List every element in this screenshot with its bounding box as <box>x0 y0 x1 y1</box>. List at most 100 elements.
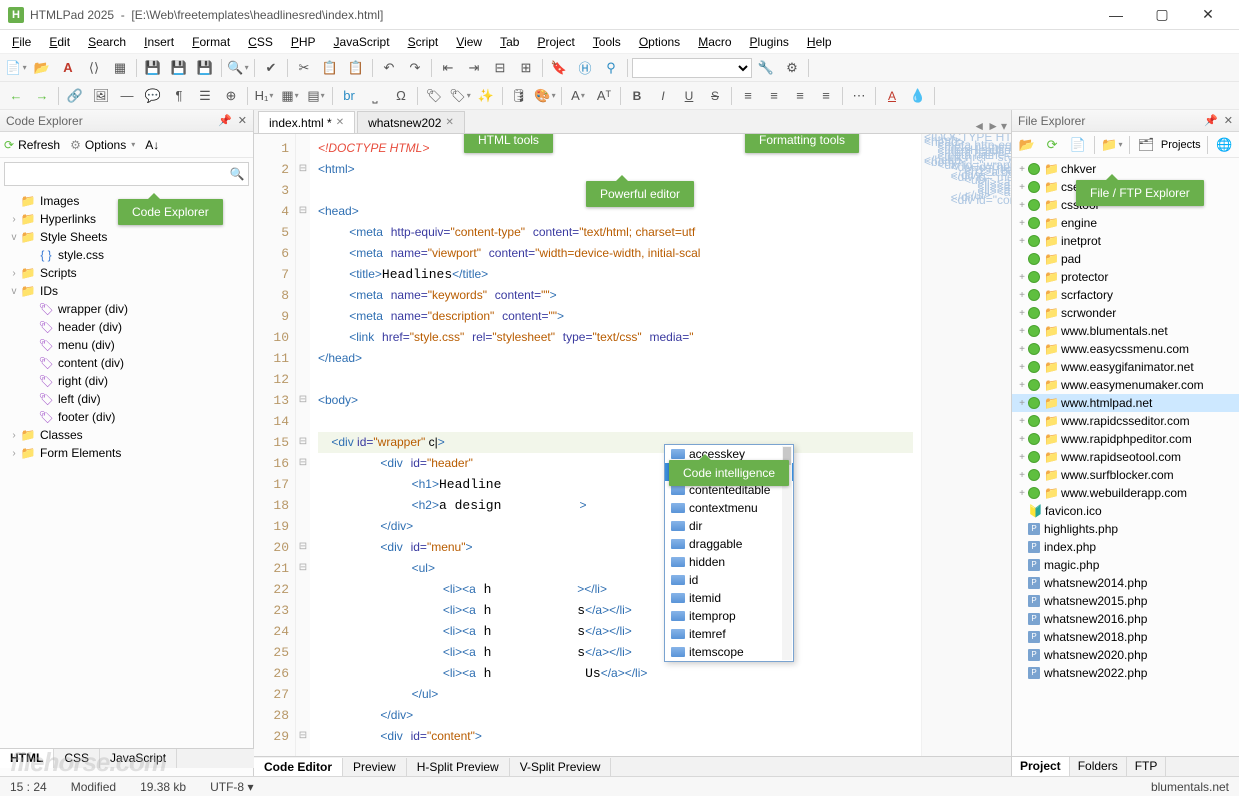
minimap[interactable]: <!DOCTYPE HTML><html><head> <meta http-e… <box>921 134 1011 756</box>
tag-edit-icon[interactable]: 🏷 <box>422 85 446 107</box>
refresh-icon[interactable]: ⟳ <box>4 138 14 152</box>
tree-item[interactable]: 🏷content (div) <box>0 354 253 372</box>
tree-item[interactable]: v📁IDs <box>0 282 253 300</box>
file-item[interactable]: Pwhatsnew2015.php <box>1012 592 1239 610</box>
tree-item[interactable]: { }style.css <box>0 246 253 264</box>
align-justify-icon[interactable]: ≡ <box>814 85 838 107</box>
align-center-icon[interactable]: ≡ <box>762 85 786 107</box>
editor-tab[interactable]: index.html *✕ <box>258 111 355 133</box>
italic-icon[interactable]: I <box>651 85 675 107</box>
more-icon[interactable]: ⋯ <box>847 85 871 107</box>
wand-icon[interactable]: ✨ <box>474 85 498 107</box>
file-item[interactable]: Pwhatsnew2022.php <box>1012 664 1239 682</box>
image-icon[interactable]: 🖼 <box>89 85 113 107</box>
pin-icon[interactable]: 📌 <box>1204 114 1218 127</box>
uncomment-icon[interactable]: ⊞ <box>514 57 538 79</box>
lang-tab[interactable]: HTML <box>0 749 54 768</box>
menu-php[interactable]: PHP <box>283 33 324 51</box>
menu-tab[interactable]: Tab <box>492 33 527 51</box>
search-icon[interactable]: 🔍 <box>226 167 248 181</box>
paragraph-icon[interactable]: ¶ <box>167 85 191 107</box>
menu-macro[interactable]: Macro <box>690 33 739 51</box>
bottom-tab[interactable]: Preview <box>343 758 407 776</box>
autocomplete-item[interactable]: draggable <box>665 535 793 553</box>
tree-item[interactable]: ›📁Form Elements <box>0 444 253 462</box>
tree-item[interactable]: v📁Style Sheets <box>0 228 253 246</box>
tag-drop-icon[interactable]: 🏷▾ <box>448 85 472 107</box>
fe-tab[interactable]: Project <box>1012 757 1070 776</box>
new-folder-icon[interactable]: 📁▾ <box>1101 134 1122 156</box>
file-item[interactable]: +📁www.rapidphpeditor.com <box>1012 430 1239 448</box>
bold-icon[interactable]: B <box>625 85 649 107</box>
fe-tab[interactable]: FTP <box>1127 757 1167 776</box>
bottom-tab[interactable]: H-Split Preview <box>407 758 510 776</box>
bottom-tab[interactable]: V-Split Preview <box>510 758 612 776</box>
refresh-label[interactable]: Refresh <box>18 138 60 152</box>
find-replace-icon[interactable]: ⚲ <box>599 57 623 79</box>
options-label[interactable]: Options <box>85 138 126 152</box>
tree-item[interactable]: ›📁Classes <box>0 426 253 444</box>
indent-icon[interactable]: ⇥ <box>462 57 486 79</box>
new-doc-icon[interactable]: 📄 <box>1067 134 1088 156</box>
autocomplete-item[interactable]: itemscope <box>665 643 793 661</box>
code-text[interactable]: <!DOCTYPE HTML> <html> <head> <meta http… <box>310 134 921 756</box>
paste-icon[interactable]: 📋 <box>344 57 368 79</box>
tree-item[interactable]: 🏷header (div) <box>0 318 253 336</box>
redo-icon[interactable]: ↷ <box>403 57 427 79</box>
file-item[interactable]: +📁www.rapidcsseditor.com <box>1012 412 1239 430</box>
minimize-button[interactable]: — <box>1093 0 1139 30</box>
tool-icon-1[interactable]: 🔧 <box>754 57 778 79</box>
validate-icon[interactable]: 🛢 <box>507 85 531 107</box>
file-item[interactable]: Pwhatsnew2018.php <box>1012 628 1239 646</box>
autocomplete-item[interactable]: dir <box>665 517 793 535</box>
menu-insert[interactable]: Insert <box>136 33 182 51</box>
letter-a-icon[interactable]: A <box>56 57 80 79</box>
autocomplete-item[interactable]: itemref <box>665 625 793 643</box>
globe-icon[interactable]: 🌐 <box>1214 134 1235 156</box>
file-item[interactable]: +📁engine <box>1012 214 1239 232</box>
menu-edit[interactable]: Edit <box>41 33 78 51</box>
strike-icon[interactable]: S <box>703 85 727 107</box>
form-icon[interactable]: ▦ <box>108 57 132 79</box>
menu-help[interactable]: Help <box>799 33 840 51</box>
menu-options[interactable]: Options <box>631 33 688 51</box>
line-icon[interactable]: — <box>115 85 139 107</box>
file-item[interactable]: +📁www.rapidseotool.com <box>1012 448 1239 466</box>
save-as-icon[interactable]: 💾 <box>193 57 217 79</box>
menu-search[interactable]: Search <box>80 33 134 51</box>
save-all-icon[interactable]: 💾 <box>167 57 191 79</box>
copy-icon[interactable]: 📋 <box>318 57 342 79</box>
list-icon[interactable]: ☰ <box>193 85 217 107</box>
save-icon[interactable]: 💾 <box>141 57 165 79</box>
menu-file[interactable]: File <box>4 33 39 51</box>
heading-icon[interactable]: H₁▾ <box>252 85 276 107</box>
open-file-icon[interactable]: 📂 <box>30 57 54 79</box>
file-item[interactable]: Pwhatsnew2014.php <box>1012 574 1239 592</box>
file-item[interactable]: +📁scrwonder <box>1012 304 1239 322</box>
underline-icon[interactable]: U <box>677 85 701 107</box>
projects-icon[interactable]: 🗂 <box>1135 134 1156 156</box>
menu-format[interactable]: Format <box>184 33 238 51</box>
refresh-fe-icon[interactable]: ⟳ <box>1041 134 1062 156</box>
file-item[interactable]: +📁scrfactory <box>1012 286 1239 304</box>
search-input[interactable] <box>5 165 226 183</box>
file-item[interactable]: Pindex.php <box>1012 538 1239 556</box>
autocomplete-item[interactable]: hidden <box>665 553 793 571</box>
close-panel-icon[interactable]: ✕ <box>238 114 247 127</box>
menu-script[interactable]: Script <box>400 33 447 51</box>
highlight-icon[interactable]: Ⓗ <box>573 57 597 79</box>
comment-block-icon[interactable]: 💬 <box>141 85 165 107</box>
projects-label[interactable]: Projects <box>1161 139 1201 151</box>
file-item[interactable]: +📁www.easycssmenu.com <box>1012 340 1239 358</box>
outdent-icon[interactable]: ⇤ <box>436 57 460 79</box>
undo-icon[interactable]: ↶ <box>377 57 401 79</box>
close-button[interactable]: ✕ <box>1185 0 1231 30</box>
arrow-left-icon[interactable]: ← <box>4 85 28 107</box>
drop-icon[interactable]: 💧 <box>906 85 930 107</box>
link-icon[interactable]: 🔗 <box>63 85 87 107</box>
autocomplete-item[interactable]: id <box>665 571 793 589</box>
tool-icon-2[interactable]: ⚙ <box>780 57 804 79</box>
tree-item[interactable]: 🏷footer (div) <box>0 408 253 426</box>
arrow-right-icon[interactable]: → <box>30 85 54 107</box>
nbsp-icon[interactable]: ⎵ <box>363 85 387 107</box>
